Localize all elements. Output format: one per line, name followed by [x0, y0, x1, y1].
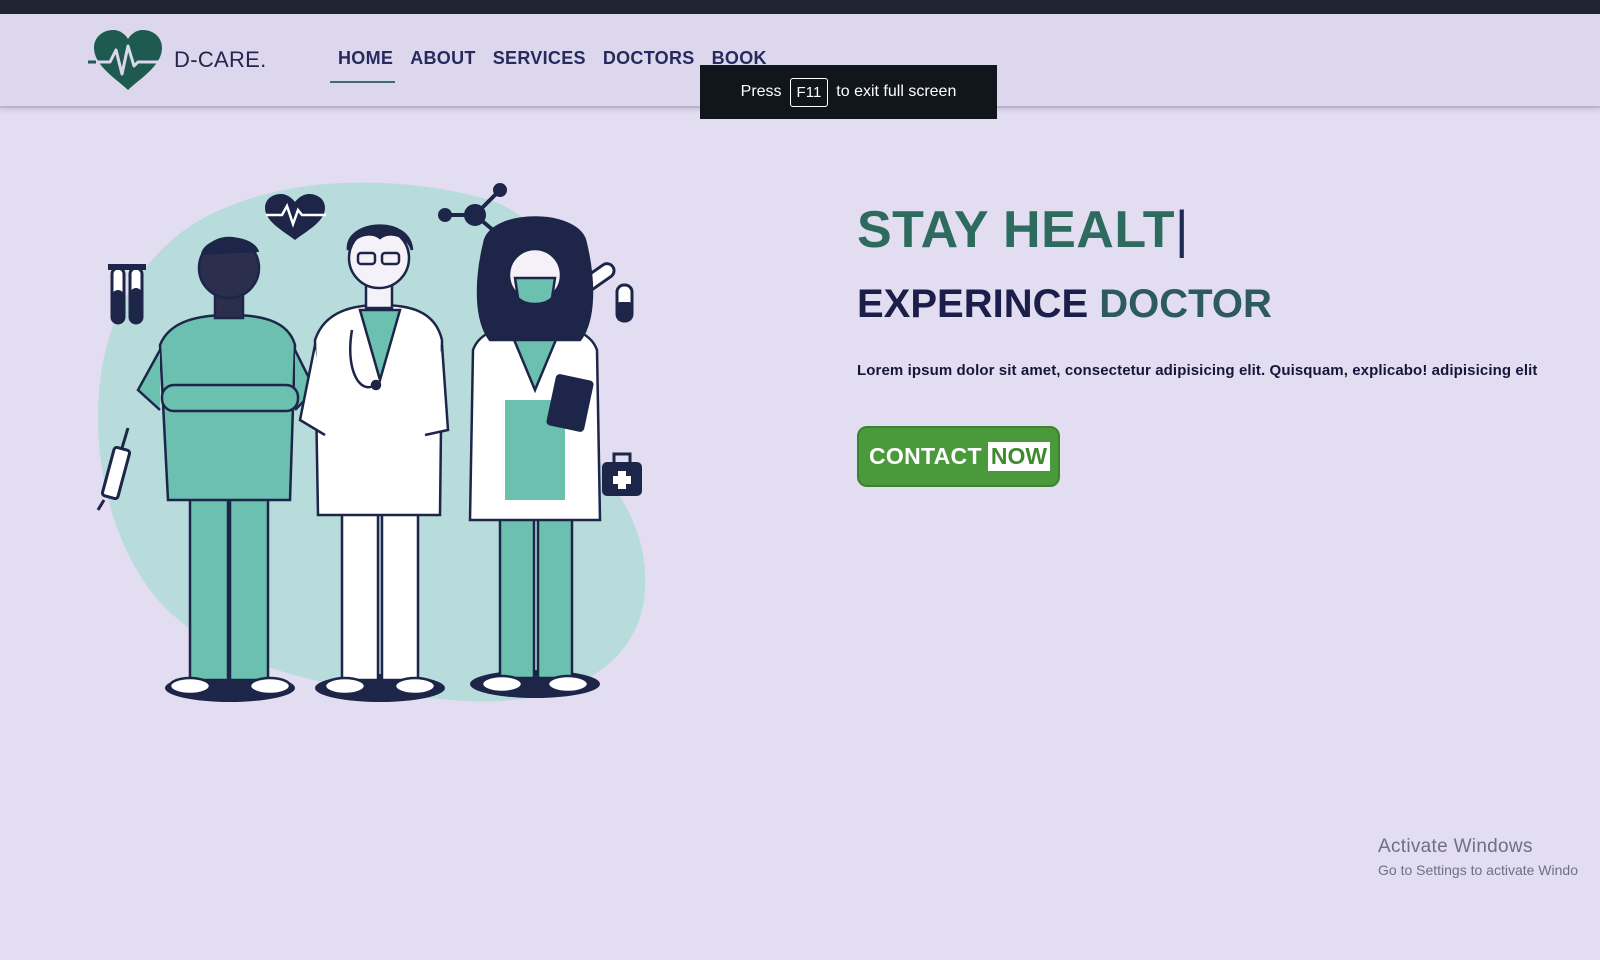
headline-text: STAY HEALT: [857, 201, 1176, 259]
nav-services-link[interactable]: SERVICES: [493, 48, 586, 83]
screen-bezel: [0, 0, 1600, 14]
first-aid-kit-icon: [602, 452, 642, 496]
typing-caret: |: [1175, 201, 1190, 259]
nav-about-link[interactable]: ABOUT: [410, 48, 476, 83]
toast-prefix: Press: [740, 83, 782, 100]
hero-subheadline: EXPERINCE DOCTOR: [857, 280, 1577, 328]
contact-button-label: CONTACT: [869, 443, 982, 469]
hero-text: STAY HEALT| EXPERINCE DOCTOR Lorem ipsum…: [857, 200, 1577, 487]
nav-doctors-link[interactable]: DOCTORS: [603, 48, 695, 83]
watermark-subtitle: Go to Settings to activate Windo: [1378, 862, 1578, 878]
hero-description: Lorem ipsum dolor sit amet, consectetur …: [857, 362, 1538, 379]
subheadline-part-b: DOCTOR: [1099, 282, 1272, 326]
doctors-illustration: [96, 182, 646, 702]
toast-key: F11: [789, 77, 829, 107]
nav-home-link[interactable]: HOME: [329, 48, 396, 83]
activate-windows-watermark: Activate Windows Go to Settings to activ…: [1378, 836, 1578, 878]
heart-pulse-icon: [88, 30, 168, 90]
subheadline-part-a: EXPERINCE: [857, 282, 1089, 326]
brand-logo[interactable]: D-CARE.: [88, 28, 267, 92]
fullscreen-exit-toast: Press F11 to exit full screen: [700, 65, 997, 119]
hero-headline: STAY HEALT|: [857, 200, 1577, 260]
toast-suffix: to exit full screen: [836, 83, 957, 100]
brand-name: D-CARE.: [174, 47, 267, 72]
watermark-title: Activate Windows: [1378, 836, 1533, 857]
contact-now-button[interactable]: CONTACT NOW: [857, 426, 1061, 487]
now-button-label: NOW: [987, 442, 1051, 471]
